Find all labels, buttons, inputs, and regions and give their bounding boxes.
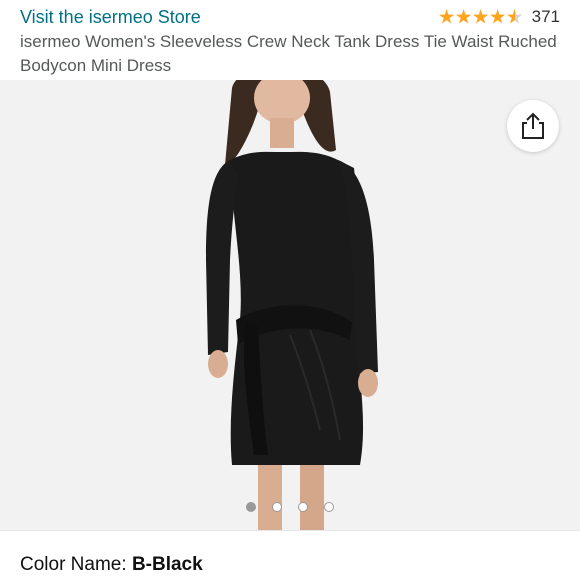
product-image [206,80,378,530]
rating-count: 371 [531,7,560,26]
color-value: B-Black [131,554,203,575]
share-icon [522,112,544,139]
carousel-dots [0,502,580,512]
carousel-dot[interactable] [272,502,282,512]
carousel-dot[interactable] [324,502,334,512]
section-divider [0,530,580,531]
store-link[interactable]: Visit the isermeo Store [20,6,201,28]
color-label: Color Name: [20,554,127,575]
carousel-dot[interactable] [246,502,256,512]
star-icon [489,9,506,24]
star-icon [455,9,472,24]
color-selection: Color Name: B-Black [20,553,203,577]
share-button[interactable] [507,100,559,152]
star-rating [438,9,524,25]
star-icon [472,9,489,24]
star-icon [438,9,455,24]
product-header: Visit the isermeo Store 371 isermeo Wome… [0,0,580,80]
half-star-icon [506,9,523,24]
product-title: isermeo Women's Sleeveless Crew Neck Tan… [20,32,557,75]
rating-summary[interactable]: 371 [438,6,560,28]
product-image-carousel[interactable] [0,80,580,530]
carousel-dot[interactable] [298,502,308,512]
